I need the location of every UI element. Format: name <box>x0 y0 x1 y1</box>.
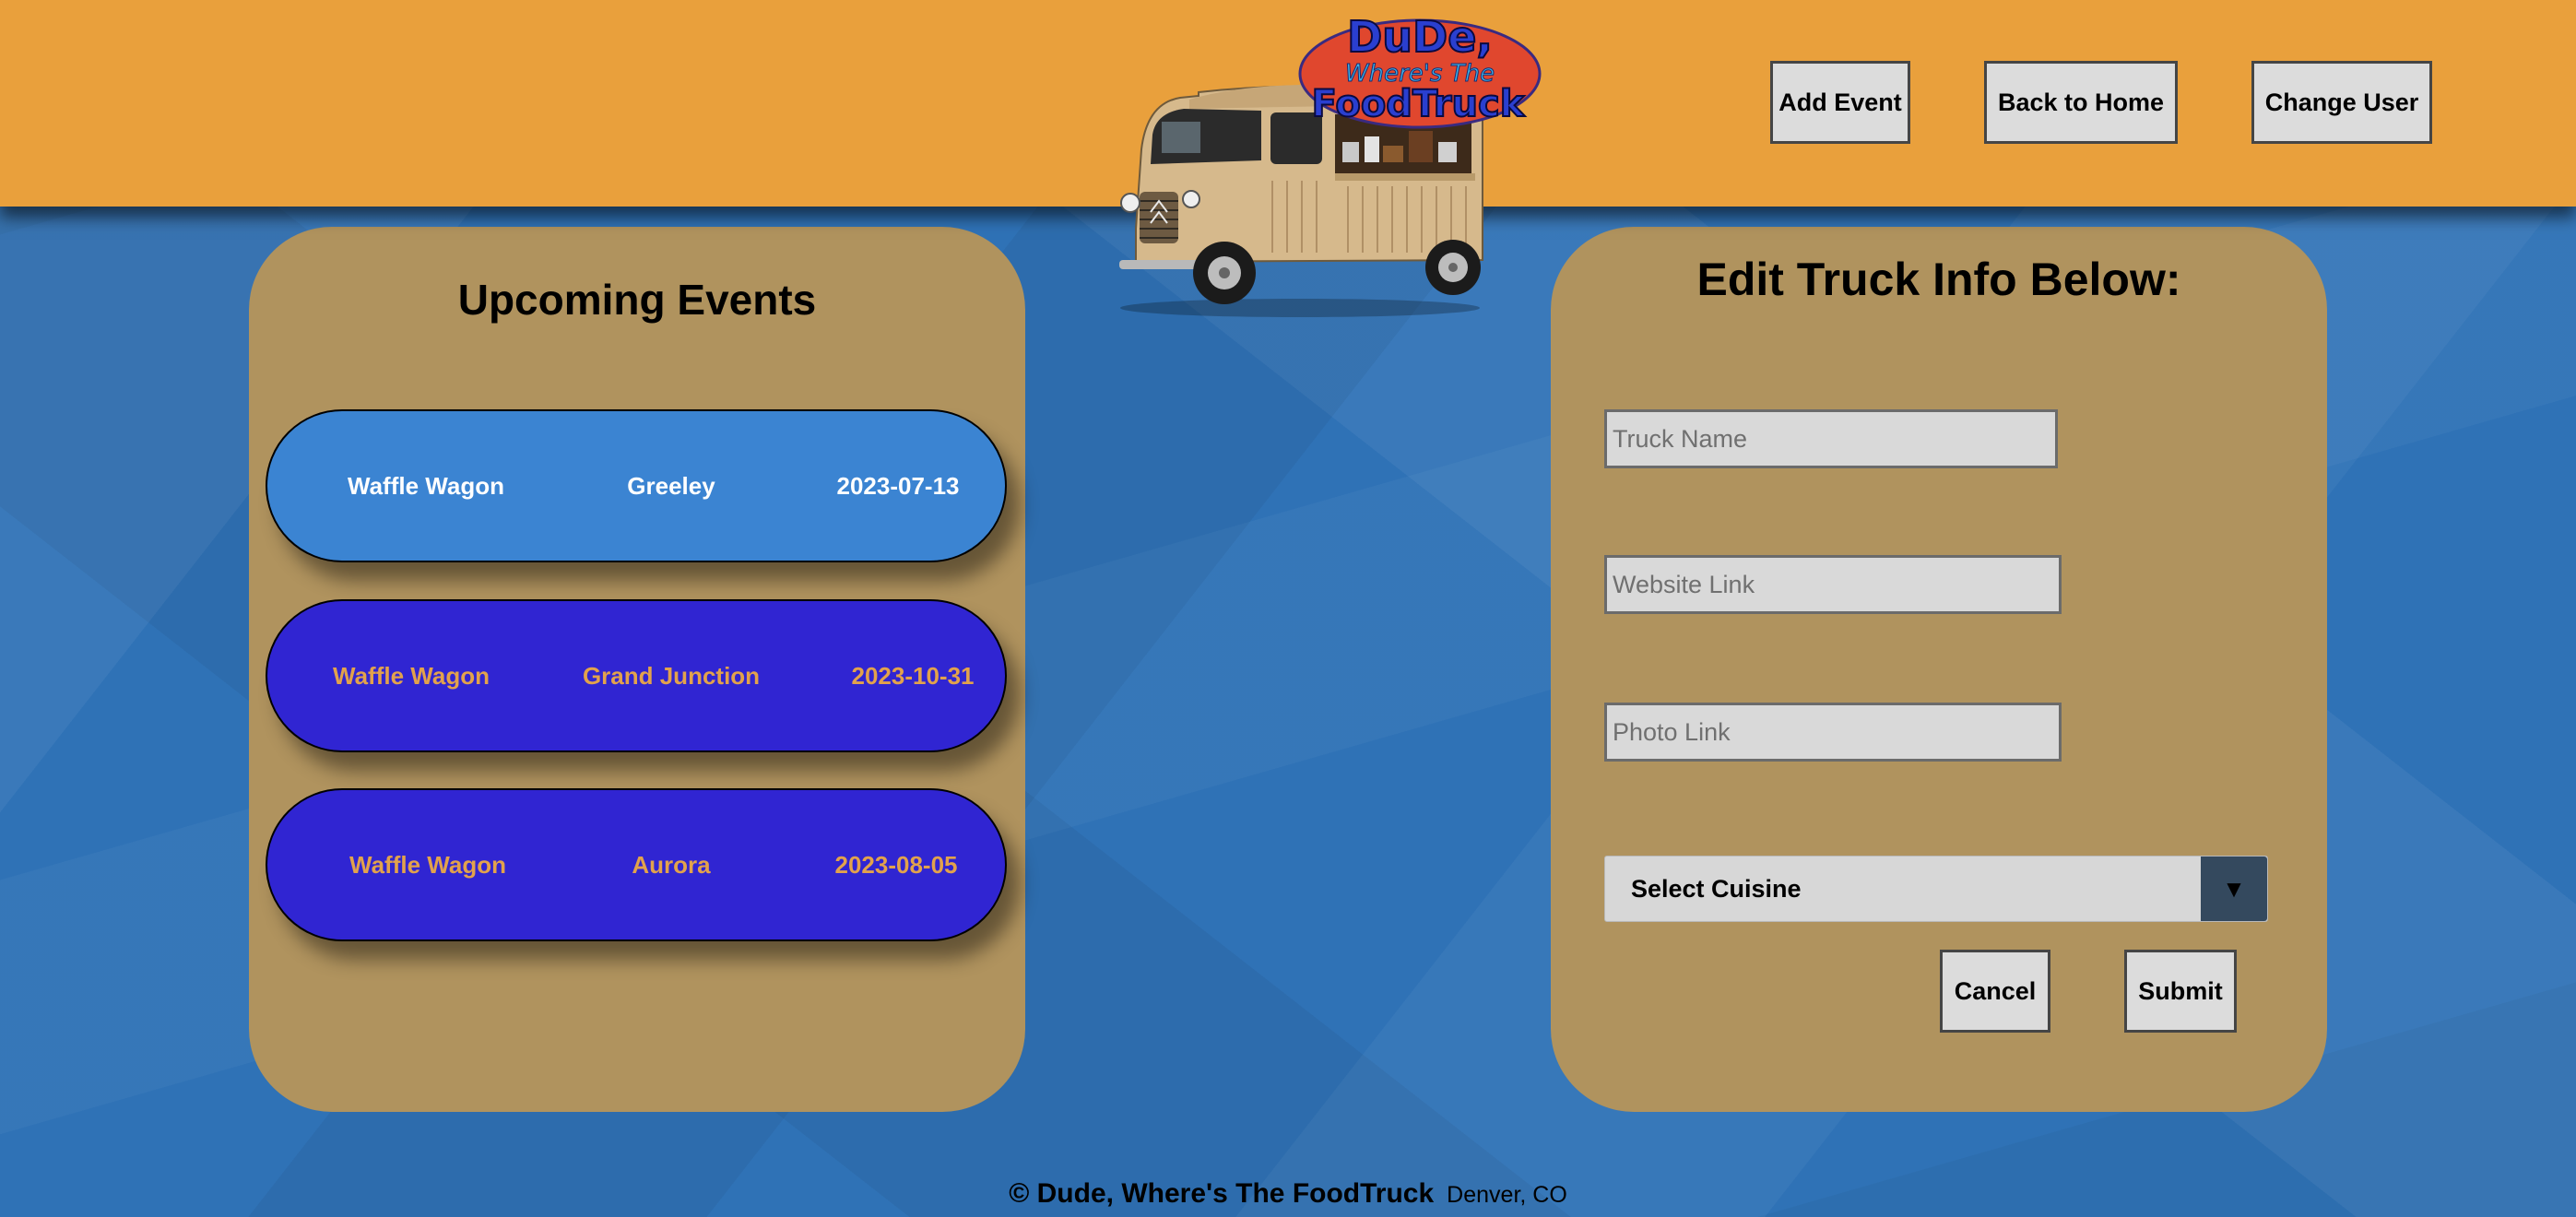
footer-copyright: © Dude, Where's The FoodTruck <box>1009 1178 1435 1209</box>
upcoming-events-panel: Upcoming Events Waffle Wagon Greeley 202… <box>249 227 1025 1112</box>
event-date: 2023-10-31 <box>851 662 975 690</box>
event-truck-name: Waffle Wagon <box>348 472 504 500</box>
event-date: 2023-08-05 <box>834 851 958 879</box>
event-truck-name: Waffle Wagon <box>333 662 490 690</box>
event-truck-name: Waffle Wagon <box>349 851 506 879</box>
add-event-button[interactable]: Add Event <box>1770 61 1910 144</box>
change-user-button[interactable]: Change User <box>2251 61 2432 144</box>
food-truck-illustration: DuDe, Where's The FoodTruck <box>1119 11 1542 317</box>
event-row[interactable]: Waffle Wagon Grand Junction 2023-10-31 <box>266 599 1007 752</box>
event-row[interactable]: Waffle Wagon Greeley 2023-07-13 <box>266 409 1007 562</box>
back-to-home-button[interactable]: Back to Home <box>1984 61 2178 144</box>
food-truck-logo[interactable]: DuDe, Where's The FoodTruck <box>1106 11 1549 321</box>
logo-line-3: FoodTruck <box>1312 83 1526 125</box>
logo-line-1: DuDe, <box>1347 12 1493 62</box>
cancel-button[interactable]: Cancel <box>1940 950 2050 1033</box>
site-footer: © Dude, Where's The FoodTruck Denver, CO <box>0 1178 2576 1210</box>
event-city: Aurora <box>632 851 711 879</box>
website-link-input[interactable] <box>1604 555 2062 614</box>
edit-truck-panel: Edit Truck Info Below: Select Cuisine ▼ … <box>1551 227 2327 1112</box>
event-row[interactable]: Waffle Wagon Aurora 2023-08-05 <box>266 788 1007 941</box>
event-city: Grand Junction <box>582 662 761 690</box>
cuisine-select[interactable]: Select Cuisine ▼ <box>1604 856 2268 922</box>
event-date: 2023-07-13 <box>836 472 960 500</box>
triangle-down-icon: ▼ <box>2201 857 2267 921</box>
footer-location: Denver, CO <box>1447 1182 1567 1208</box>
cuisine-select-value: Select Cuisine <box>1631 875 1802 903</box>
edit-truck-title: Edit Truck Info Below: <box>1696 254 2181 305</box>
truck-name-input[interactable] <box>1604 409 2058 468</box>
photo-link-input[interactable] <box>1604 703 2062 762</box>
event-city: Greeley <box>627 472 715 500</box>
submit-button[interactable]: Submit <box>2124 950 2237 1033</box>
upcoming-events-title: Upcoming Events <box>457 276 817 324</box>
